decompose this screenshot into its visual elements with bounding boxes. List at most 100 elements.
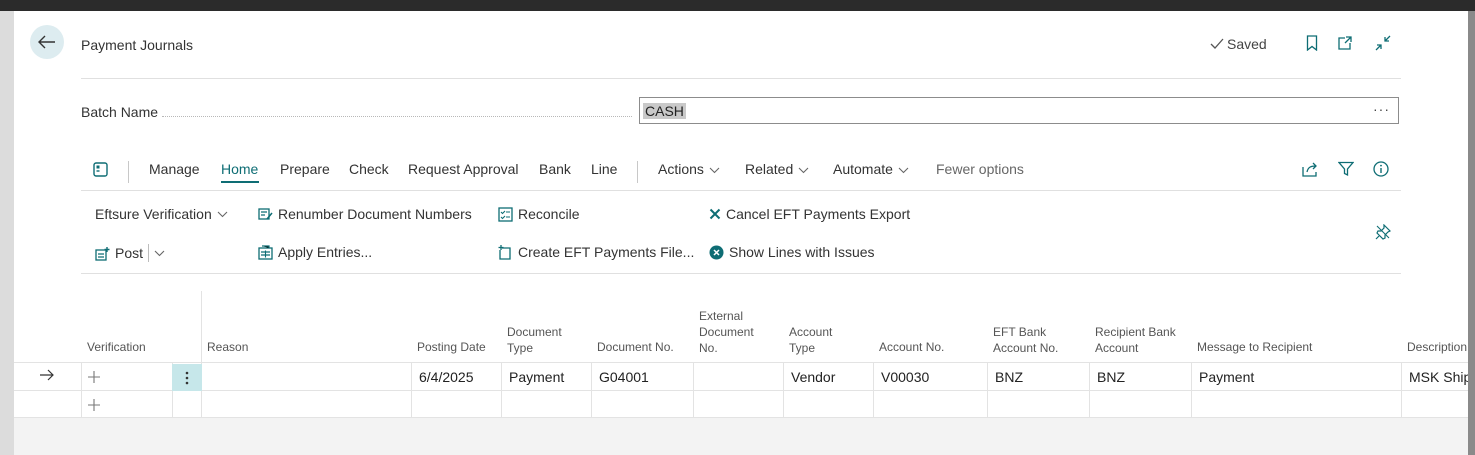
cell-description[interactable]: MSK Shipping <box>1409 369 1468 385</box>
reconcile-icon <box>498 206 513 222</box>
menu-home[interactable]: Home <box>221 161 258 177</box>
share-icon[interactable] <box>1302 161 1319 180</box>
chevron-down-icon <box>898 167 909 174</box>
header-divider <box>81 78 1401 79</box>
pin-icon[interactable] <box>1375 224 1391 240</box>
menu-automate[interactable]: Automate <box>833 161 909 177</box>
menu-prepare[interactable]: Prepare <box>280 161 330 177</box>
chevron-down-icon <box>798 167 809 174</box>
menu-divider <box>81 190 1401 191</box>
cell-document-no[interactable]: G04001 <box>599 369 649 385</box>
cancel-eft-export-button[interactable]: Cancel EFT Payments Export <box>709 206 910 222</box>
menu-related[interactable]: Related <box>745 161 809 177</box>
checkmark-icon <box>1210 38 1224 49</box>
column-separator <box>873 363 874 418</box>
close-icon <box>709 208 721 220</box>
col-header-line: Type <box>507 341 534 355</box>
add-icon[interactable] <box>88 370 100 386</box>
back-button[interactable] <box>30 25 64 59</box>
action-bar: Manage Home Prepare Check Request Approv… <box>81 161 1401 185</box>
row-divider <box>14 362 1468 363</box>
col-header-line: Recipient Bank <box>1095 325 1176 339</box>
lookup-button[interactable]: ··· <box>1373 101 1390 117</box>
create-eft-label: Create EFT Payments File... <box>518 244 695 260</box>
col-header-recipient-bank-account[interactable]: Recipient Bank Account <box>1095 324 1176 356</box>
renumber-icon <box>258 208 273 220</box>
col-header-line: Document <box>699 325 754 339</box>
col-header-document-no[interactable]: Document No. <box>597 339 674 355</box>
row-divider <box>14 390 1468 391</box>
col-header-verification[interactable]: Verification <box>87 339 146 355</box>
cell-document-type[interactable]: Payment <box>509 369 564 385</box>
col-header-line: No. <box>699 341 718 355</box>
cell-recipient-bank-account[interactable]: BNZ <box>1097 369 1125 385</box>
col-header-reason[interactable]: Reason <box>207 339 248 355</box>
reconcile-label: Reconcile <box>518 206 580 222</box>
col-header-line: Account No. <box>993 341 1059 355</box>
show-lines-with-issues-button[interactable]: Show Lines with Issues <box>709 244 875 260</box>
show-lines-label: Show Lines with Issues <box>729 244 875 260</box>
col-header-description[interactable]: Description <box>1407 339 1467 355</box>
menu-line[interactable]: Line <box>591 161 617 177</box>
post-label: Post <box>115 245 144 261</box>
page-title: Payment Journals <box>81 37 194 53</box>
left-edge <box>0 11 14 455</box>
chevron-down-icon[interactable] <box>154 250 165 257</box>
post-button[interactable]: Post <box>95 244 165 262</box>
menu-manage[interactable]: Manage <box>149 161 200 177</box>
column-separator <box>81 363 82 418</box>
actions-divider <box>81 273 1401 274</box>
create-eft-file-button[interactable]: Create EFT Payments File... <box>498 244 694 260</box>
menu-check[interactable]: Check <box>349 161 389 177</box>
col-header-line: EFT Bank <box>993 325 1047 339</box>
apply-entries-button[interactable]: Apply Entries... <box>258 244 372 260</box>
filter-icon[interactable] <box>1337 161 1355 180</box>
cell-eft-bank-account-no[interactable]: BNZ <box>995 369 1023 385</box>
col-header-line: Account <box>789 325 833 339</box>
menu-fewer-options[interactable]: Fewer options <box>936 161 1024 177</box>
page-view-icon[interactable] <box>93 162 108 180</box>
batch-name-label: Batch Name <box>81 104 159 120</box>
cell-posting-date[interactable]: 6/4/2025 <box>419 369 474 385</box>
col-header-message-to-recipient[interactable]: Message to Recipient <box>1197 339 1312 355</box>
col-header-eft-bank-account-no[interactable]: EFT Bank Account No. <box>993 324 1058 356</box>
cell-message-to-recipient[interactable]: Payment <box>1199 369 1254 385</box>
post-icon <box>95 246 110 261</box>
column-separator <box>201 291 202 418</box>
menu-actions-label: Actions <box>658 161 704 177</box>
chevron-down-icon <box>217 211 228 217</box>
open-new-window-icon[interactable] <box>1335 33 1355 53</box>
menu-related-label: Related <box>745 161 794 177</box>
col-header-account-type[interactable]: Account Type <box>789 324 832 356</box>
bookmark-icon[interactable] <box>1302 33 1322 53</box>
cell-account-no[interactable]: V00030 <box>881 369 929 385</box>
column-separator <box>987 363 988 418</box>
arrow-left-icon <box>38 35 55 49</box>
col-header-external-document-no[interactable]: External Document No. <box>699 308 754 356</box>
batch-name-input[interactable]: CASH ··· <box>639 97 1399 124</box>
add-icon[interactable] <box>88 398 100 414</box>
collapse-icon[interactable] <box>1373 33 1393 53</box>
renumber-button[interactable]: Renumber Document Numbers <box>258 206 472 222</box>
scrollbar[interactable] <box>1468 11 1475 455</box>
column-separator <box>591 363 592 418</box>
col-header-line: External <box>699 309 744 323</box>
info-icon[interactable] <box>1373 161 1389 180</box>
column-separator <box>1191 363 1192 418</box>
col-header-account-no[interactable]: Account No. <box>879 339 944 355</box>
cell-account-type[interactable]: Vendor <box>791 369 835 385</box>
eftsure-verification-button[interactable]: Eftsure Verification <box>95 206 228 222</box>
col-header-document-type[interactable]: Document Type <box>507 324 562 356</box>
split-separator <box>148 244 150 262</box>
menu-automate-label: Automate <box>833 161 893 177</box>
window-top-bar <box>0 0 1475 11</box>
menu-actions[interactable]: Actions <box>658 161 720 177</box>
row-actions-menu-button[interactable] <box>172 364 202 391</box>
col-header-posting-date[interactable]: Posting Date <box>417 339 486 355</box>
saved-status: Saved <box>1210 36 1267 52</box>
menu-request-approval[interactable]: Request Approval <box>408 161 519 177</box>
menu-bank[interactable]: Bank <box>539 161 571 177</box>
apply-entries-icon <box>258 244 273 260</box>
new-file-icon <box>498 244 511 260</box>
reconcile-button[interactable]: Reconcile <box>498 206 579 222</box>
